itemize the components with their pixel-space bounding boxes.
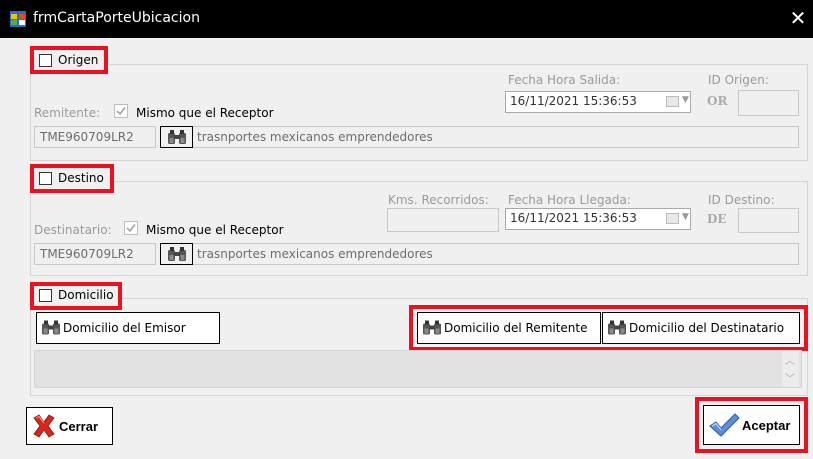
binoculars-icon	[168, 130, 186, 144]
window-title: frmCartaPorteUbicacion	[33, 10, 200, 26]
destinatario-search-button[interactable]	[160, 243, 193, 265]
domicilio-destinatario-label: Domicilio del Destinatario	[629, 321, 785, 335]
destinatario-nombre-field: trasnportes mexicanos emprendedores	[160, 243, 799, 265]
id-destino-label: ID Destino:	[708, 193, 775, 207]
fecha-salida-label: Fecha Hora Salida:	[508, 73, 621, 87]
destino-label: Destino	[58, 171, 104, 185]
remitente-label: Remitente:	[34, 106, 101, 120]
aceptar-label: Aceptar	[742, 417, 791, 433]
fecha-salida-value: 16/11/2021 15:36:53	[510, 94, 637, 108]
origen-checkbox[interactable]	[39, 54, 52, 67]
title-bar: frmCartaPorteUbicacion ✕	[0, 0, 813, 38]
form-app-icon	[10, 11, 26, 27]
kms-recorridos-field[interactable]	[387, 208, 499, 232]
domicilio-label: Domicilio	[58, 288, 114, 302]
fecha-salida-dropdown-icon[interactable]: ▼	[664, 92, 692, 112]
remitente-rfc-field: TME960709LR2	[34, 126, 156, 148]
id-destino-prefix: DE	[707, 212, 727, 226]
mismo-receptor-destino-label: Mismo que el Receptor	[146, 223, 284, 237]
binoculars-icon	[608, 320, 626, 335]
binoculars-icon	[42, 320, 60, 335]
domicilio-emisor-label: Domicilio del Emisor	[63, 321, 186, 335]
domicilio-remitente-label: Domicilio del Remitente	[444, 321, 588, 335]
id-origen-prefix: OR	[707, 94, 728, 108]
domicilio-scrollbar[interactable]: ︿ ﹀	[782, 351, 799, 387]
mismo-receptor-origen-label: Mismo que el Receptor	[136, 106, 274, 120]
binoculars-icon	[423, 320, 441, 335]
fecha-llegada-dropdown-icon[interactable]: ▼	[664, 209, 692, 229]
close-icon[interactable]: ✕	[786, 6, 810, 30]
mismo-receptor-destino-check-icon[interactable]	[124, 221, 138, 235]
kms-recorridos-label: Kms. Recorridos:	[388, 193, 489, 207]
scroll-down-icon[interactable]: ﹀	[785, 370, 795, 385]
id-origen-label: ID Origen:	[708, 73, 769, 87]
cerrar-label: Cerrar	[59, 418, 99, 434]
aceptar-button[interactable]: Aceptar	[703, 405, 800, 445]
domicilio-checkbox[interactable]	[39, 289, 52, 302]
destinatario-nombre-value: trasnportes mexicanos emprendedores	[197, 247, 433, 261]
domicilio-textarea[interactable]	[34, 350, 802, 388]
remitente-search-button[interactable]	[160, 126, 193, 148]
destinatario-rfc-field: TME960709LR2	[34, 243, 156, 265]
domicilio-remitente-button[interactable]: Domicilio del Remitente	[417, 312, 601, 344]
mismo-receptor-origen-check-icon[interactable]	[114, 104, 128, 118]
domicilio-emisor-button[interactable]: Domicilio del Emisor	[36, 312, 220, 344]
fecha-llegada-value: 16/11/2021 15:36:53	[510, 211, 637, 225]
red-x-icon	[33, 414, 55, 438]
remitente-nombre-value: trasnportes mexicanos emprendedores	[197, 130, 433, 144]
domicilio-destinatario-button[interactable]: Domicilio del Destinatario	[602, 312, 800, 344]
id-destino-field[interactable]	[738, 208, 799, 233]
cerrar-button[interactable]: Cerrar	[26, 407, 113, 445]
destinatario-label: Destinatario:	[34, 223, 112, 237]
destino-checkbox[interactable]	[39, 172, 52, 185]
checkmark-icon	[709, 413, 740, 437]
origen-label: Origen	[58, 53, 99, 67]
fecha-llegada-label: Fecha Hora Llegada:	[508, 193, 631, 207]
remitente-nombre-field: trasnportes mexicanos emprendedores	[160, 126, 799, 148]
scroll-up-icon[interactable]: ︿	[785, 352, 795, 367]
binoculars-icon	[168, 247, 186, 261]
id-origen-field[interactable]	[738, 90, 799, 116]
